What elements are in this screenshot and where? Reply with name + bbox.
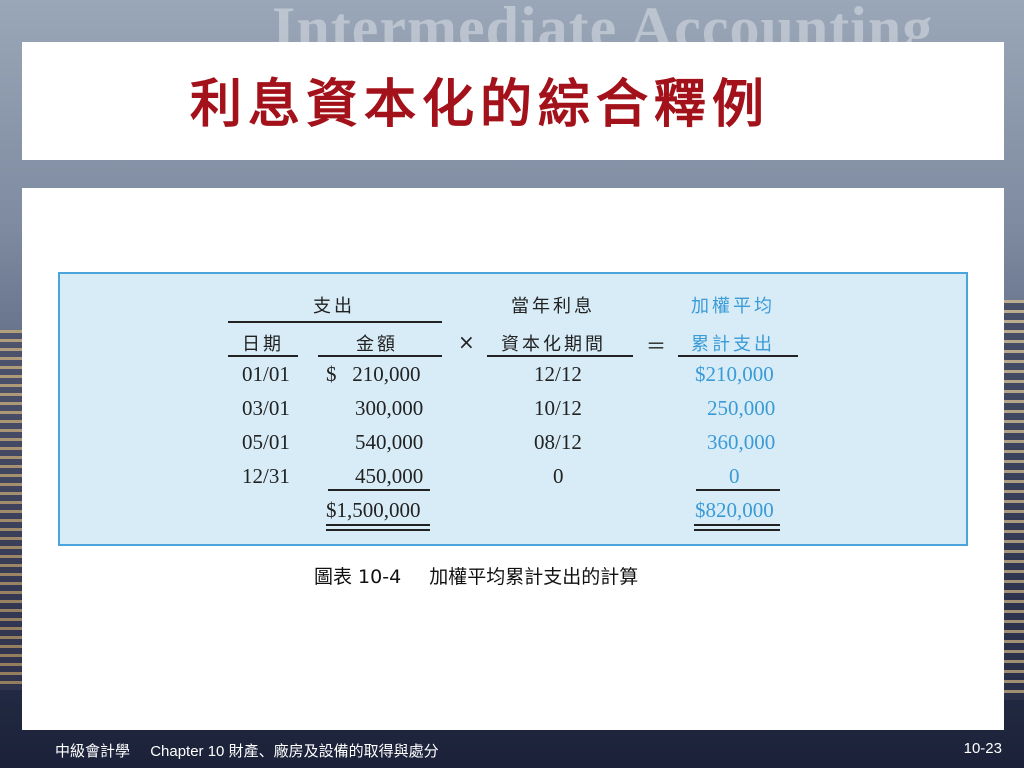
total-amount: $1,500,000 — [326, 498, 421, 522]
row-fraction: 10/12 — [534, 396, 582, 420]
footer-page-number: 10-23 — [963, 740, 1002, 757]
double-rule-amount-bottom — [326, 529, 430, 531]
row-amount: 300,000 — [355, 396, 424, 420]
row-fraction: 08/12 — [534, 430, 582, 454]
row-date: 01/01 — [242, 362, 290, 386]
footer-chapter: Chapter 10 財產、廠房及設備的取得與處分 — [150, 743, 439, 760]
footer-course: 中級會計學 — [55, 743, 131, 760]
row-amount: $ 210,000 — [326, 362, 421, 386]
row-fraction: 12/12 — [534, 362, 582, 386]
total-weighted: $820,000 — [695, 498, 774, 522]
row-date: 12/31 — [242, 464, 290, 488]
row-weighted: 250,000 — [707, 396, 776, 420]
header-date-rule — [228, 355, 298, 357]
row-fraction: 0 — [553, 464, 564, 488]
double-rule-amount-top — [326, 524, 430, 526]
row-weighted: 360,000 — [707, 430, 776, 454]
slide-title: 利息資本化的綜合釋例 — [190, 74, 771, 135]
exhibit-number: 圖表 10-4 — [314, 566, 402, 588]
row-date: 05/01 — [242, 430, 290, 454]
row-date: 03/01 — [242, 396, 290, 420]
equals-symbol: ＝ — [646, 334, 666, 358]
footer-left: 中級會計學 Chapter 10 財產、廠房及設備的取得與處分 — [55, 740, 439, 761]
header-date: 日期 — [242, 334, 284, 355]
header-fraction-rule — [487, 355, 633, 357]
subtotal-rule-weighted — [696, 489, 780, 491]
row-weighted: $210,000 — [695, 362, 774, 386]
background-city-lights-right — [1002, 300, 1024, 700]
header-amount: 金額 — [356, 334, 398, 355]
row-amount: 540,000 — [355, 430, 424, 454]
header-weighted-bottom: 累計支出 — [691, 334, 775, 355]
header-amount-rule — [318, 355, 442, 357]
header-expenditure: 支出 — [313, 296, 355, 317]
header-weighted-rule — [678, 355, 798, 357]
header-fraction-top: 當年利息 — [511, 296, 595, 317]
header-weighted-top: 加權平均 — [691, 296, 775, 317]
row-amount: 450,000 — [355, 464, 424, 488]
header-expenditure-rule — [228, 321, 442, 323]
subtotal-rule-amount — [328, 489, 430, 491]
double-rule-weighted-bottom — [694, 529, 780, 531]
header-fraction-bottom: 資本化期間 — [501, 334, 606, 355]
exhibit-caption-text: 加權平均累計支出的計算 — [429, 566, 639, 588]
row-weighted: 0 — [729, 464, 740, 488]
times-symbol: × — [458, 330, 475, 354]
slide-footer: 中級會計學 Chapter 10 財產、廠房及設備的取得與處分 10-23 — [0, 738, 1024, 768]
exhibit-caption: 圖表 10-4 加權平均累計支出的計算 — [314, 562, 638, 589]
double-rule-weighted-top — [694, 524, 780, 526]
